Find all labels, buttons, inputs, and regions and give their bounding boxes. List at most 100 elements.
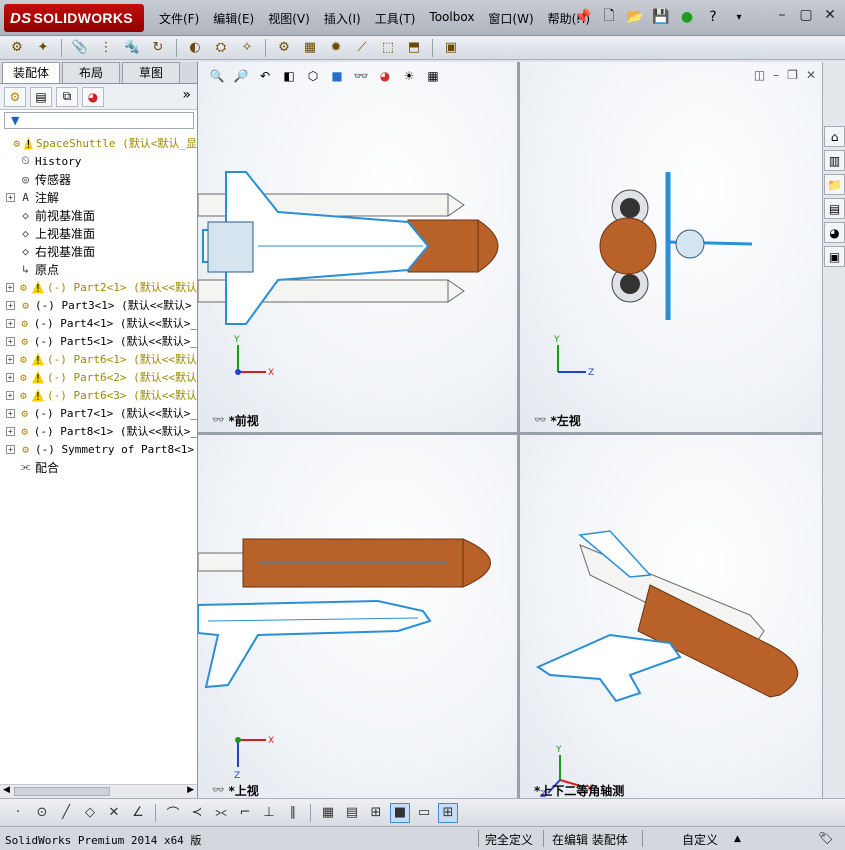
minimize-icon[interactable]: – [773, 6, 791, 24]
menu-window[interactable]: 窗口(W) [481, 8, 540, 29]
rebuild-traffic-light-icon[interactable]: ● [676, 6, 698, 28]
new-motion-study-icon[interactable]: ⚙ [273, 38, 295, 58]
tag-icon[interactable]: 🏷 [818, 831, 833, 845]
interference-detection-icon[interactable]: ⬚ [377, 38, 399, 58]
expand-icon[interactable]: + [6, 426, 15, 436]
assembly-features-icon[interactable]: ⛭ [210, 38, 232, 58]
viewport-top[interactable]: X Z 👓 *上视 [198, 435, 517, 798]
tree-item[interactable]: + ⚙ (-) Part4<1> (默认<<默认>_ [0, 314, 197, 332]
new-document-icon[interactable]: 🗋 [598, 6, 620, 28]
expand-icon[interactable]: + [6, 372, 15, 382]
instant3d-icon[interactable]: ▣ [440, 38, 462, 58]
grid-snap-icon[interactable]: ▤ [342, 803, 362, 823]
tree-horizontal-scrollbar[interactable]: ◀ ▶ [0, 784, 197, 798]
tree-filter-input[interactable]: ▼ [4, 111, 194, 129]
menu-insert[interactable]: 插入(I) [317, 8, 368, 29]
tree-item[interactable]: ⚙! SpaceShuttle (默认<默认_显 [0, 134, 197, 152]
options-dropdown-icon[interactable]: ▾ [728, 6, 750, 28]
midpoint-icon[interactable]: ⪥ [211, 803, 231, 823]
tree-item[interactable]: ⫘ 配合 [0, 458, 197, 476]
open-folder-icon[interactable]: 📂 [624, 6, 646, 28]
exploded-view-icon[interactable]: ✹ [325, 38, 347, 58]
new-part-icon[interactable]: ✦ [32, 38, 54, 58]
diamond-icon[interactable]: ◇ [80, 803, 100, 823]
tab-sketch[interactable]: 草图 [122, 62, 180, 83]
expand-icon[interactable]: + [6, 354, 15, 364]
expand-icon[interactable]: + [6, 318, 15, 328]
insert-component-icon[interactable]: ⚙ [6, 38, 28, 58]
tree-item[interactable]: ↳ 原点 [0, 260, 197, 278]
tree-item[interactable]: ⏲ History [0, 152, 197, 170]
menu-toolbox[interactable]: Toolbox [422, 8, 481, 29]
restore-icon[interactable]: ▢ [797, 6, 815, 24]
grid-icon[interactable]: ▦ [318, 803, 338, 823]
display-manager-icon[interactable]: ◕ [82, 86, 104, 107]
units-dropdown-icon[interactable]: ▲ [734, 834, 741, 844]
expand-icon[interactable]: + [6, 336, 15, 346]
expand-icon[interactable]: + [6, 390, 15, 400]
explode-line-sketch-icon[interactable]: ⟋ [351, 38, 373, 58]
menu-view[interactable]: 视图(V) [261, 8, 317, 29]
menu-edit[interactable]: 编辑(E) [206, 8, 261, 29]
tree-item[interactable]: ◇ 右视基准面 [0, 242, 197, 260]
scroll-left-icon[interactable]: ◀ [3, 785, 10, 795]
bill-of-materials-icon[interactable]: ▦ [299, 38, 321, 58]
file-explorer-icon[interactable]: 📁 [824, 174, 845, 195]
expand-icon[interactable]: + [6, 408, 15, 418]
snap-icon[interactable]: ⊞ [366, 803, 386, 823]
four-viewport-icon[interactable]: ⊞ [438, 802, 458, 823]
tree-item[interactable]: + ⚙ (-) Part5<1> (默认<<默认>_ [0, 332, 197, 350]
show-hidden-icon[interactable]: ◐ [184, 38, 206, 58]
tangent-arc-icon[interactable]: ⌒ [163, 803, 183, 823]
property-manager-icon[interactable]: ▤ [30, 86, 52, 107]
tree-item[interactable]: + ⚙! (-) Part2<1> (默认<<默认 [0, 278, 197, 296]
design-library-icon[interactable]: ▥ [824, 150, 845, 171]
parallel-icon[interactable]: ∥ [283, 803, 303, 823]
chevron-icon[interactable]: ≺ [187, 803, 207, 823]
viewport-left[interactable]: ◫ – ❐ ✕ Y Z 👓 *左视 [520, 62, 822, 432]
move-component-icon[interactable]: ↻ [147, 38, 169, 58]
scroll-right-icon[interactable]: ▶ [187, 785, 194, 795]
tree-item[interactable]: ◇ 前视基准面 [0, 206, 197, 224]
line-icon[interactable]: ╱ [56, 803, 76, 823]
feature-tree-icon[interactable]: ⚙ [4, 86, 26, 107]
tree-item[interactable]: + A 注解 [0, 188, 197, 206]
expand-icon[interactable]: + [6, 300, 15, 310]
tree-item[interactable]: ◎ 传感器 [0, 170, 197, 188]
tree-item[interactable]: + ⚙! (-) Part6<1> (默认<<默认 [0, 350, 197, 368]
perpendicular-icon[interactable]: ⊥ [259, 803, 279, 823]
viewport-isometric[interactable]: Y X Z *上下二等角轴测 [520, 435, 822, 798]
tree-item[interactable]: + ⚙ (-) Symmetry of Part8<1> [0, 440, 197, 458]
angle-icon[interactable]: ∠ [128, 803, 148, 823]
custom-properties-icon[interactable]: ▣ [824, 246, 845, 267]
view-palette-icon[interactable]: ▤ [824, 198, 845, 219]
expand-panel-icon[interactable]: » [182, 87, 191, 103]
tab-layout[interactable]: 布局 [62, 62, 120, 83]
smart-fasteners-icon[interactable]: 🔩 [121, 38, 143, 58]
point-icon[interactable]: · [8, 803, 28, 823]
help-icon[interactable]: ? [702, 6, 724, 28]
pin-icon[interactable]: 📌 [572, 6, 594, 28]
viewport-horizontal-splitter[interactable] [198, 432, 822, 435]
shaded-view-icon[interactable]: ■ [390, 802, 410, 823]
mate-icon[interactable]: 📎 [69, 38, 91, 58]
units-selector[interactable]: 自定义 [682, 831, 718, 848]
tree-item[interactable]: + ⚙ (-) Part3<1> (默认<<默认> [0, 296, 197, 314]
expand-icon[interactable]: + [6, 282, 15, 292]
tree-item[interactable]: + ⚙ (-) Part7<1> (默认<<默认>_ [0, 404, 197, 422]
solidworks-resources-icon[interactable]: ⌂ [824, 126, 845, 147]
tree-item[interactable]: + ⚙ (-) Part8<1> (默认<<默认>_ [0, 422, 197, 440]
solidworks-logo[interactable]: DS SOLIDWORKS [4, 4, 144, 32]
menu-tools[interactable]: 工具(T) [368, 8, 423, 29]
single-viewport-icon[interactable]: ▭ [414, 803, 434, 823]
tab-assembly[interactable]: 装配体 [2, 62, 60, 83]
save-icon[interactable]: 💾 [650, 6, 672, 28]
expand-icon[interactable]: + [6, 192, 15, 202]
appearances-icon[interactable]: ◕ [824, 222, 845, 243]
clearance-verification-icon[interactable]: ⬒ [403, 38, 425, 58]
menu-file[interactable]: 文件(F) [152, 8, 206, 29]
tree-item[interactable]: ◇ 上视基准面 [0, 224, 197, 242]
circle-icon[interactable]: ⊙ [32, 803, 52, 823]
expand-icon[interactable]: + [6, 444, 15, 454]
tree-item[interactable]: + ⚙! (-) Part6<3> (默认<<默认 [0, 386, 197, 404]
